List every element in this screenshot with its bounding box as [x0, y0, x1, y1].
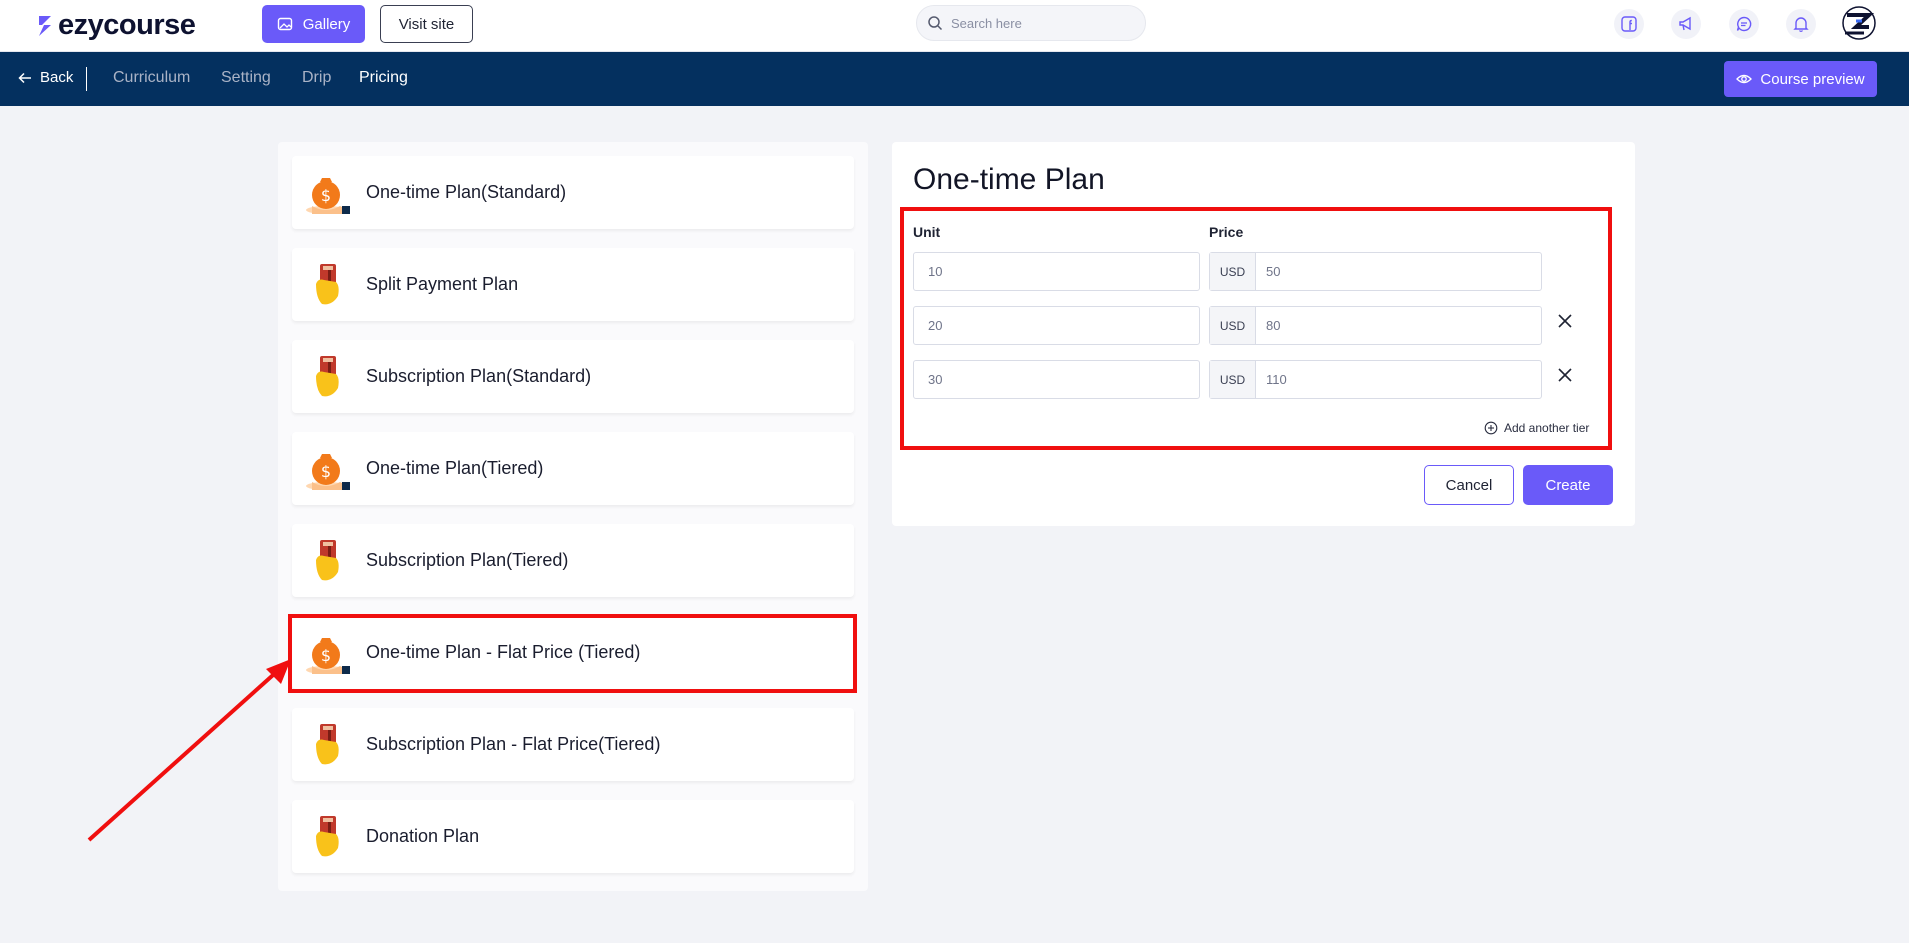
card-hand-icon [316, 540, 339, 581]
facebook-icon [1621, 16, 1637, 32]
gallery-icon [277, 17, 292, 31]
card-hand-icon [316, 816, 339, 857]
search-input[interactable]: Search here [916, 5, 1146, 41]
price-input[interactable]: 80 [1256, 307, 1541, 344]
plan-card-subscription-flat-tiered[interactable]: Subscription Plan - Flat Price(Tiered) [292, 708, 854, 781]
top-bar: ezycourse Gallery Visit site Search here [0, 0, 1909, 52]
price-value: 110 [1266, 372, 1287, 387]
cancel-label: Cancel [1445, 476, 1493, 494]
remove-tier-close-icon[interactable] [1556, 366, 1574, 384]
course-preview-label: Course preview [1760, 70, 1865, 88]
plan-title: Subscription Plan - Flat Price(Tiered) [366, 734, 661, 754]
unit-label: Unit [913, 224, 941, 240]
plan-card-donation[interactable]: Donation Plan [292, 800, 854, 873]
unit-input[interactable]: 30 [913, 360, 1200, 399]
plan-card-subscription-standard[interactable]: Subscription Plan(Standard) [292, 340, 854, 413]
plan-title: One-time Plan(Tiered) [366, 458, 544, 478]
bell-icon [1793, 17, 1809, 33]
plan-title: Split Payment Plan [366, 274, 519, 294]
money-bag-icon: $ [306, 178, 350, 214]
eye-icon [1736, 74, 1753, 84]
tab-pricing[interactable]: Pricing [359, 69, 408, 87]
avatar-logo-icon [1842, 6, 1876, 40]
back-button[interactable]: Back [18, 69, 73, 86]
gallery-button[interactable]: Gallery [262, 5, 365, 43]
tab-curriculum[interactable]: Curriculum [113, 69, 190, 87]
megaphone-icon [1679, 16, 1691, 31]
back-label: Back [40, 69, 74, 86]
price-label: Price [1209, 224, 1244, 240]
price-input-group[interactable]: USD 80 [1209, 306, 1542, 345]
add-another-tier-label: Add another tier [1504, 421, 1590, 435]
search-placeholder: Search here [951, 15, 1022, 31]
arrow-left-icon [18, 72, 31, 83]
add-another-tier-button[interactable]: Add another tier [1484, 421, 1589, 435]
facebook-button[interactable] [1614, 9, 1644, 39]
visit-site-button[interactable]: Visit site [380, 5, 473, 43]
cancel-button[interactable]: Cancel [1424, 465, 1514, 505]
form-title: One-time Plan [913, 163, 1105, 196]
messages-button[interactable] [1729, 9, 1759, 39]
announcement-button[interactable] [1671, 9, 1701, 39]
plan-title: One-time Plan(Standard) [366, 182, 567, 202]
gallery-button-label: Gallery [302, 15, 351, 33]
create-label: Create [1545, 476, 1591, 494]
course-nav-bar: Back Curriculum Setting Drip Pricing Cou… [0, 52, 1909, 106]
card-hand-icon [316, 356, 339, 397]
plan-card-one-time-tiered[interactable]: $ One-time Plan(Tiered) [292, 432, 854, 505]
tab-setting[interactable]: Setting [221, 69, 271, 87]
unit-input[interactable]: 10 [913, 252, 1200, 291]
notifications-button[interactable] [1786, 9, 1816, 39]
svg-text:$: $ [321, 646, 331, 665]
unit-input[interactable]: 20 [913, 306, 1200, 345]
plan-card-subscription-tiered[interactable]: Subscription Plan(Tiered) [292, 524, 854, 597]
plan-title: Donation Plan [366, 826, 480, 846]
price-value: 80 [1266, 318, 1281, 333]
tab-drip[interactable]: Drip [302, 69, 331, 87]
nav-divider [86, 67, 87, 91]
price-input-group[interactable]: USD 50 [1209, 252, 1542, 291]
svg-text:$: $ [321, 462, 331, 481]
price-input[interactable]: 110 [1256, 361, 1541, 398]
card-hand-icon [316, 724, 339, 765]
visit-site-label: Visit site [398, 15, 455, 33]
logo-text: ezycourse [58, 8, 196, 41]
price-input-group[interactable]: USD 110 [1209, 360, 1542, 399]
plan-card-one-time-standard[interactable]: $ One-time Plan(Standard) [292, 156, 854, 229]
logo-mark-icon [39, 16, 51, 36]
search-icon [928, 16, 943, 31]
logo[interactable]: ezycourse [36, 7, 196, 43]
plan-title: Subscription Plan(Tiered) [366, 550, 569, 570]
card-hand-icon [316, 264, 339, 305]
unit-value: 10 [928, 264, 943, 279]
chat-icon [1736, 16, 1752, 32]
plan-card-one-time-flat-tiered[interactable]: $ One-time Plan - Flat Price (Tiered) [292, 616, 854, 689]
unit-value: 30 [928, 372, 943, 387]
plus-circle-icon [1484, 421, 1498, 435]
course-preview-button[interactable]: Course preview [1724, 61, 1877, 97]
money-bag-icon: $ [306, 454, 350, 490]
currency-label: USD [1210, 253, 1256, 290]
price-input[interactable]: 50 [1256, 253, 1541, 290]
plan-title: One-time Plan - Flat Price (Tiered) [366, 642, 641, 662]
create-button[interactable]: Create [1523, 465, 1613, 505]
remove-tier-close-icon[interactable] [1556, 312, 1574, 330]
plan-card-split-payment[interactable]: Split Payment Plan [292, 248, 854, 321]
currency-label: USD [1210, 361, 1256, 398]
avatar[interactable] [1842, 6, 1876, 40]
plan-title: Subscription Plan(Standard) [366, 366, 592, 386]
price-value: 50 [1266, 264, 1281, 279]
money-bag-icon: $ [306, 638, 350, 674]
currency-label: USD [1210, 307, 1256, 344]
svg-text:$: $ [321, 186, 331, 205]
unit-value: 20 [928, 318, 943, 333]
